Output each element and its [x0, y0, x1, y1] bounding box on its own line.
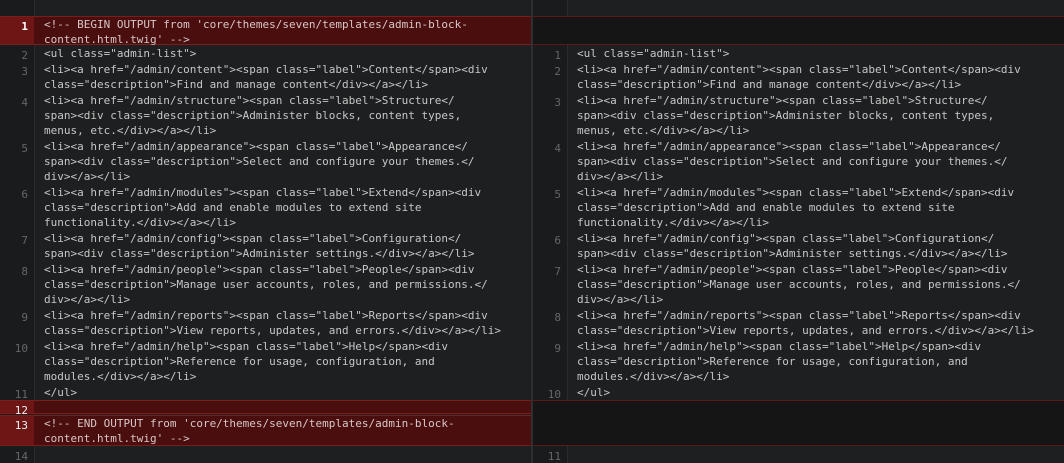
- code-line[interactable]: 4 <li><a href="/admin/structure"><span cl…: [0, 93, 531, 138]
- code-text: <li><a href="/admin/config"><span class=…: [44, 232, 475, 260]
- code-text: <li><a href="/admin/config"><span class=…: [577, 232, 1008, 260]
- code-line[interactable]: 2 <li><a href="/admin/content"><span clas…: [533, 62, 1064, 92]
- line-number: 5: [21, 142, 28, 155]
- code-text: <li><a href="/admin/structure"><span cla…: [44, 94, 462, 137]
- line-number: 5: [554, 188, 561, 201]
- right-pane-modified[interactable]: 1 <ul class="admin-list"> 2 <li><a href="/a…: [533, 0, 1064, 463]
- left-pane-original[interactable]: 1 <!-- BEGIN OUTPUT from 'core/themes/sev…: [0, 0, 531, 463]
- code-text: <li><a href="/admin/content"><span class…: [44, 63, 488, 91]
- code-text: <li><a href="/admin/help"><span class="l…: [44, 340, 448, 383]
- line-number: [533, 17, 567, 44]
- code-line[interactable]: 2 <ul class="admin-list">: [0, 46, 531, 62]
- code-line[interactable]: 10 </ul>: [533, 385, 1064, 401]
- code-line[interactable]: 6 <li><a href="/admin/modules"><span clas…: [0, 185, 531, 230]
- line-number: 12: [0, 401, 34, 417]
- code-line[interactable]: 10 <li><a href="/admin/help"><span class=…: [0, 339, 531, 384]
- code-text: <!-- BEGIN OUTPUT from 'core/themes/seve…: [44, 18, 468, 46]
- line-number: 6: [554, 234, 561, 247]
- line-number: 9: [554, 342, 561, 355]
- code-line[interactable]: 9 <li><a href="/admin/help"><span class="…: [533, 339, 1064, 384]
- line-number: 3: [554, 96, 561, 109]
- code-text: <li><a href="/admin/people"><span class=…: [44, 263, 488, 306]
- code-line[interactable]: 3 <li><a href="/admin/structure"><span cl…: [533, 93, 1064, 138]
- code-text: <ul class="admin-list">: [44, 47, 197, 60]
- code-line[interactable]: 7 <li><a href="/admin/config"><span class…: [0, 231, 531, 261]
- code-text: <li><a href="/admin/modules"><span class…: [577, 186, 1015, 229]
- code-line[interactable]: 5 <li><a href="/admin/modules"><span clas…: [533, 185, 1064, 230]
- line-number: 10: [14, 342, 28, 355]
- line-number: 14: [14, 450, 28, 463]
- line-number: [533, 401, 567, 445]
- code-line[interactable]: 1 <ul class="admin-list">: [533, 46, 1064, 62]
- line-number: 4: [554, 142, 561, 155]
- line-number: 6: [21, 188, 28, 201]
- code-line[interactable]: 4 <li><a href="/admin/appearance"><span c…: [533, 139, 1064, 184]
- deleted-line[interactable]: 13 <!-- END OUTPUT from 'core/themes/seve…: [0, 415, 531, 446]
- line-number: 1: [554, 49, 561, 62]
- code-line[interactable]: 11: [533, 447, 1064, 463]
- code-text: <li><a href="/admin/reports"><span class…: [44, 309, 501, 337]
- code-text: <li><a href="/admin/appearance"><span cl…: [44, 140, 475, 183]
- code-line[interactable]: 8 <li><a href="/admin/reports"><span clas…: [533, 308, 1064, 338]
- line-number: 8: [21, 265, 28, 278]
- code-text: </ul>: [44, 386, 78, 399]
- line-number: 10: [547, 388, 561, 401]
- code-text: <li><a href="/admin/people"><span class=…: [577, 263, 1021, 306]
- code-line[interactable]: 11 </ul>: [0, 385, 531, 401]
- line-number: 9: [21, 311, 28, 324]
- code-line[interactable]: 7 <li><a href="/admin/people"><span class…: [533, 262, 1064, 307]
- code-line[interactable]: 14: [0, 447, 531, 463]
- line-number: 3: [21, 65, 28, 78]
- code-text: <li><a href="/admin/reports"><span class…: [577, 309, 1034, 337]
- gap-placeholder[interactable]: [533, 16, 1064, 45]
- line-number: 7: [554, 265, 561, 278]
- code-text: </ul>: [577, 386, 611, 399]
- line-number: 1: [0, 17, 34, 44]
- code-text: <li><a href="/admin/modules"><span class…: [44, 186, 482, 229]
- line-number: 11: [14, 388, 28, 401]
- deleted-line[interactable]: 1 <!-- BEGIN OUTPUT from 'core/themes/sev…: [0, 16, 531, 46]
- deleted-line[interactable]: 12: [0, 400, 531, 417]
- code-text: <li><a href="/admin/content"><span class…: [577, 63, 1021, 91]
- code-line[interactable]: 8 <li><a href="/admin/people"><span class…: [0, 262, 531, 307]
- line-number: 11: [547, 450, 561, 463]
- code-text: <li><a href="/admin/help"><span class="l…: [577, 340, 981, 383]
- code-text: <li><a href="/admin/structure"><span cla…: [577, 94, 995, 137]
- code-text: <li><a href="/admin/appearance"><span cl…: [577, 140, 1008, 183]
- code-line[interactable]: 5 <li><a href="/admin/appearance"><span c…: [0, 139, 531, 184]
- line-number: 4: [21, 96, 28, 109]
- line-number: 8: [554, 311, 561, 324]
- code-line[interactable]: 6 <li><a href="/admin/config"><span class…: [533, 231, 1064, 261]
- line-number: 2: [21, 49, 28, 62]
- code-text: <!-- END OUTPUT from 'core/themes/seven/…: [44, 417, 455, 445]
- diff-viewer: 1 <!-- BEGIN OUTPUT from 'core/themes/sev…: [0, 0, 1064, 463]
- code-text: <ul class="admin-list">: [577, 47, 730, 60]
- line-number: 13: [0, 416, 34, 445]
- line-number: 2: [554, 65, 561, 78]
- line-number: 7: [21, 234, 28, 247]
- code-line[interactable]: 9 <li><a href="/admin/reports"><span clas…: [0, 308, 531, 338]
- code-line[interactable]: 3 <li><a href="/admin/content"><span clas…: [0, 62, 531, 92]
- gap-placeholder[interactable]: [533, 400, 1064, 446]
